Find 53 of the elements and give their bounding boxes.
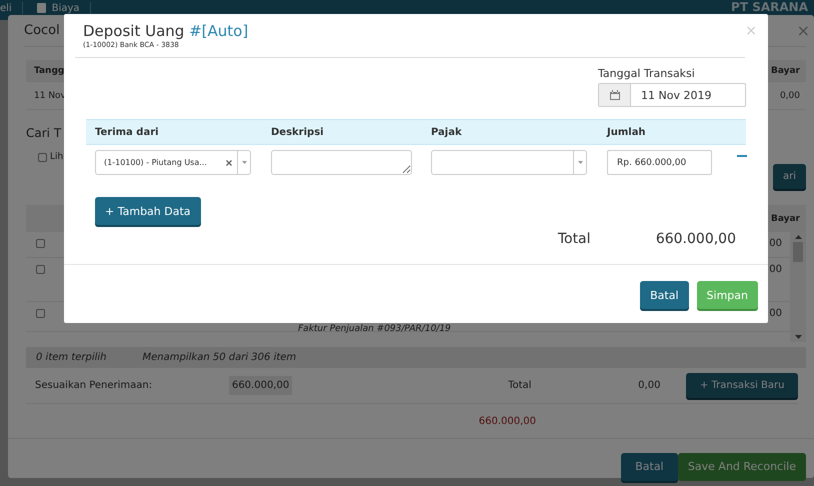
status-text: 0 item terpilih (36, 352, 107, 363)
total-value: 0,00 (637, 380, 660, 391)
company-name: PT SARANA (731, 2, 808, 13)
scrollbar[interactable] (790, 232, 806, 342)
column-header: Bayar (770, 214, 800, 224)
table-cell: 0,00 (780, 90, 800, 100)
checkbox-label: Lih (50, 152, 64, 162)
total-label: Total (507, 380, 532, 391)
dialog-title: Cocol (24, 23, 60, 38)
date-label: Tanggal Transaksi (598, 67, 695, 80)
nav-link[interactable]: Biaya (52, 2, 80, 14)
difference-value: 660.000,00 (478, 416, 536, 426)
close-button[interactable]: × (796, 21, 810, 40)
dialog-title: Deposit Uang #[Auto] (83, 21, 248, 41)
total-value: 660.000,00 (656, 231, 736, 247)
amount-field[interactable]: Rp. 660.000,00 (607, 150, 712, 175)
column-header: Deskripsi (271, 126, 325, 138)
adjust-value: 660.000,00 (228, 376, 292, 395)
column-header: Tangg (34, 66, 64, 76)
status-text: Menampilkan 50 dari 306 item (142, 352, 296, 363)
column-header: Terima dari (95, 126, 160, 138)
clear-icon (226, 160, 232, 166)
add-row-button[interactable]: + Tambah Data (95, 197, 201, 225)
table-cell: 00 (769, 238, 782, 249)
date-field[interactable]: 11 Nov 2019 (598, 83, 746, 107)
column-header: Bayar (770, 66, 800, 76)
checkbox[interactable] (36, 239, 45, 248)
checkbox[interactable] (36, 265, 45, 274)
checkbox[interactable] (38, 152, 47, 162)
column-header: Pajak (431, 126, 463, 138)
scroll-thumb[interactable] (793, 242, 803, 262)
row-note: Faktur Penjualan #093/PAR/10/19 (298, 324, 452, 334)
checkbox[interactable] (36, 309, 45, 318)
total-label: Total (558, 231, 592, 247)
dialog-button[interactable]: Batal (640, 281, 689, 309)
new-transaction-button[interactable]: + Transaksi Baru (686, 373, 798, 398)
tax-select[interactable] (431, 150, 587, 175)
dialog-button[interactable]: Simpan (696, 281, 758, 309)
column-header: Jumlah (607, 126, 647, 138)
account-select[interactable]: (1-10100) - Piutang Usa... (95, 150, 251, 175)
section-title: Cari T (26, 126, 62, 142)
table-cell: 00 (769, 308, 782, 319)
scroll-down-icon (794, 335, 802, 339)
caret-down-icon (578, 161, 582, 164)
nav-link[interactable]: eli (0, 2, 12, 14)
search-button[interactable]: ari (772, 164, 806, 189)
adjust-label: Sesuaikan Penerimaan: (34, 380, 154, 391)
description-field[interactable] (271, 150, 412, 175)
scroll-up-icon (794, 235, 802, 239)
calendar-icon (610, 90, 620, 100)
table-cell: 00 (769, 264, 782, 275)
caret-down-icon (242, 161, 246, 164)
dialog-button[interactable]: Batal (620, 452, 678, 480)
